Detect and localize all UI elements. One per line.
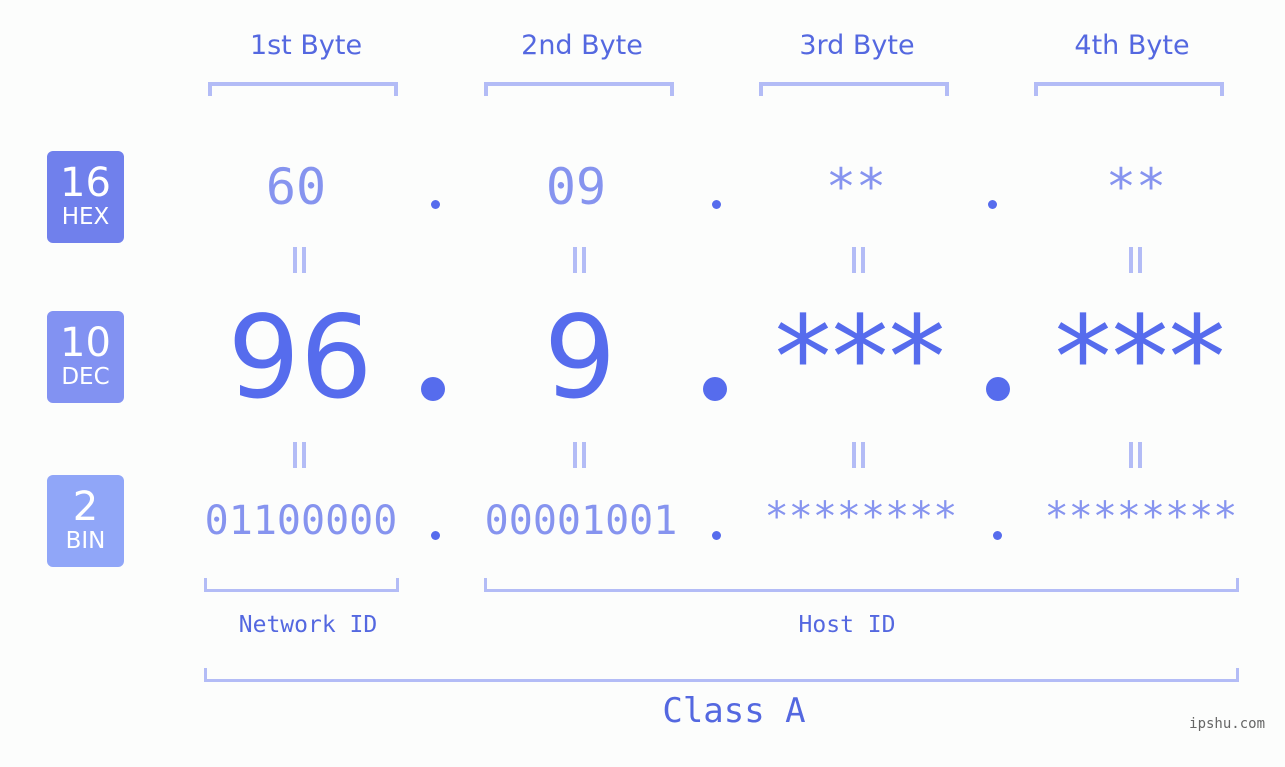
dec-separator-dot-3 [986,377,1010,401]
hex-byte-1: 60 [265,158,327,216]
equals-icon [850,442,866,468]
column-header-4th-byte: 4th Byte [1074,30,1190,61]
hex-separator-dot-3 [988,200,997,209]
equals-icon [291,442,307,468]
byte-bracket-4 [1034,82,1224,96]
bin-badge: 2 BIN [47,475,124,567]
hex-badge: 16 HEX [47,151,124,243]
bin-byte-4: ******** [1044,494,1238,540]
dec-badge: 10 DEC [47,311,124,403]
dec-separator-dot-2 [703,377,727,401]
equals-icon [1127,247,1143,273]
class-label: Class A [662,691,806,731]
hex-separator-dot-1 [431,200,440,209]
bin-separator-dot-2 [712,531,721,540]
host-id-bracket [484,578,1239,592]
hex-badge-number: 16 [60,160,111,206]
hex-byte-4: ** [1105,158,1167,216]
equals-icon [1127,442,1143,468]
dec-byte-4: *** [1054,291,1226,424]
bin-byte-3: ******** [764,494,958,540]
watermark: ipshu.com [1189,716,1265,732]
byte-bracket-3 [759,82,949,96]
byte-bracket-1 [208,82,398,96]
equals-icon [571,247,587,273]
dec-byte-2: 9 [543,291,617,424]
dec-byte-3: *** [774,291,946,424]
bin-separator-dot-3 [993,531,1002,540]
dec-badge-number: 10 [60,320,111,366]
equals-icon [291,247,307,273]
host-id-label: Host ID [798,612,896,638]
byte-bracket-2 [484,82,674,96]
dec-separator-dot-1 [421,377,445,401]
network-id-bracket [204,578,399,592]
hex-separator-dot-2 [712,200,721,209]
bin-separator-dot-1 [431,531,440,540]
column-header-2nd-byte: 2nd Byte [521,30,643,61]
equals-icon [571,442,587,468]
column-header-3rd-byte: 3rd Byte [799,30,915,61]
class-bracket [204,668,1239,682]
network-id-label: Network ID [238,612,378,638]
dec-byte-1: 96 [227,291,373,424]
hex-byte-3: ** [825,158,887,216]
column-header-1st-byte: 1st Byte [249,30,363,61]
hex-badge-label: HEX [61,204,110,230]
dec-badge-label: DEC [61,364,110,390]
bin-byte-2: 00001001 [484,498,678,544]
equals-icon [850,247,866,273]
hex-byte-2: 09 [545,158,607,216]
bin-byte-1: 01100000 [204,498,398,544]
bin-badge-number: 2 [72,484,99,530]
bin-badge-label: BIN [65,528,106,554]
